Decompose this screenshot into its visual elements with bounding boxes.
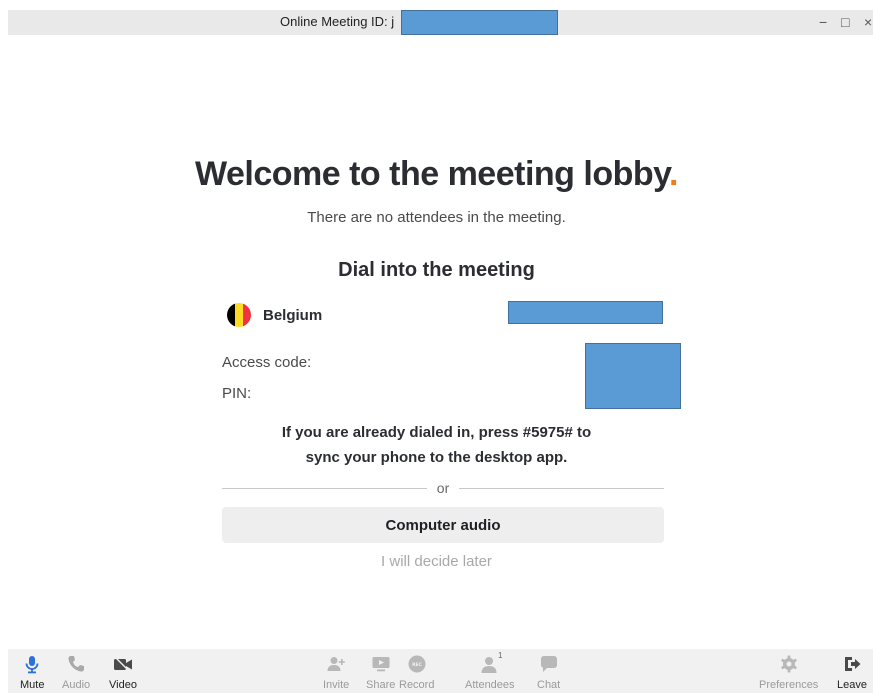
share-label: Share	[366, 679, 396, 691]
video-button[interactable]: Video	[109, 654, 137, 691]
invite-button[interactable]: Invite	[323, 654, 349, 691]
lobby-heading-text: Welcome to the meeting lobby	[195, 155, 670, 193]
record-icon: REC	[408, 655, 426, 673]
chat-button[interactable]: Chat	[537, 654, 560, 691]
audio-button[interactable]: Audio	[62, 654, 90, 691]
belgium-flag-icon	[227, 303, 251, 327]
add-person-icon	[327, 657, 345, 671]
country-row: Belgium	[227, 303, 322, 327]
decide-later-link[interactable]: I will decide later	[0, 553, 873, 570]
access-code-label: Access code:	[222, 354, 312, 371]
attendees-count-badge: 1	[498, 651, 503, 660]
country-name: Belgium	[263, 306, 323, 324]
record-button[interactable]: REC Record	[399, 654, 434, 691]
mute-label: Mute	[20, 679, 45, 691]
mute-button[interactable]: Mute	[20, 654, 44, 691]
video-label: Video	[109, 679, 137, 691]
dial-in-heading: Dial into the meeting	[338, 259, 535, 281]
attendees-button[interactable]: 1 Attendees	[465, 651, 515, 691]
attendee-status: There are no attendees in the meeting.	[307, 209, 566, 226]
attendees-icon	[481, 657, 497, 673]
video-camera-icon	[113, 656, 132, 673]
computer-audio-button[interactable]: Computer audio	[222, 507, 664, 543]
exit-icon	[844, 657, 861, 671]
leave-label: Leave	[837, 679, 867, 691]
heading-accent-dot: .	[669, 155, 678, 193]
or-divider: or	[222, 479, 665, 497]
close-button[interactable]: ×	[864, 14, 872, 30]
record-label: Record	[399, 679, 435, 691]
audio-label: Audio	[62, 679, 91, 691]
chat-bubble-icon	[540, 656, 557, 672]
window-title: Online Meeting ID: j	[280, 14, 395, 29]
or-label: or	[436, 480, 450, 496]
title-bar: Online Meeting ID: j − □ ×	[8, 10, 873, 35]
preferences-label: Preferences	[759, 679, 819, 691]
maximize-button[interactable]: □	[841, 14, 849, 30]
meeting-toolbar: Mute Audio Video Invite Share REC Record…	[8, 649, 873, 693]
sync-instructions-line-1: If you are already dialed in, press #597…	[281, 424, 592, 441]
minimize-button[interactable]: −	[819, 14, 827, 30]
redacted-access-code-and-pin	[585, 343, 681, 409]
chat-label: Chat	[537, 679, 561, 691]
screen-share-icon	[372, 657, 390, 672]
phone-icon	[68, 656, 85, 672]
gear-icon	[780, 655, 797, 673]
share-button[interactable]: Share	[366, 654, 395, 691]
preferences-button[interactable]: Preferences	[759, 654, 818, 691]
leave-button[interactable]: Leave	[837, 654, 867, 691]
sync-instructions: If you are already dialed in, press #597…	[0, 420, 873, 470]
redacted-meeting-id	[401, 10, 558, 35]
redacted-phone-number	[508, 301, 663, 324]
lobby-heading: Welcome to the meeting lobby.	[0, 155, 873, 194]
sync-instructions-line-2: sync your phone to the desktop app.	[305, 449, 568, 466]
divider-line-left	[222, 487, 427, 489]
divider-line-right	[459, 487, 665, 489]
microphone-icon	[25, 656, 39, 674]
invite-label: Invite	[323, 679, 350, 691]
attendees-label: Attendees	[465, 679, 515, 691]
svg-text:REC: REC	[412, 662, 423, 668]
pin-label: PIN:	[222, 385, 252, 402]
